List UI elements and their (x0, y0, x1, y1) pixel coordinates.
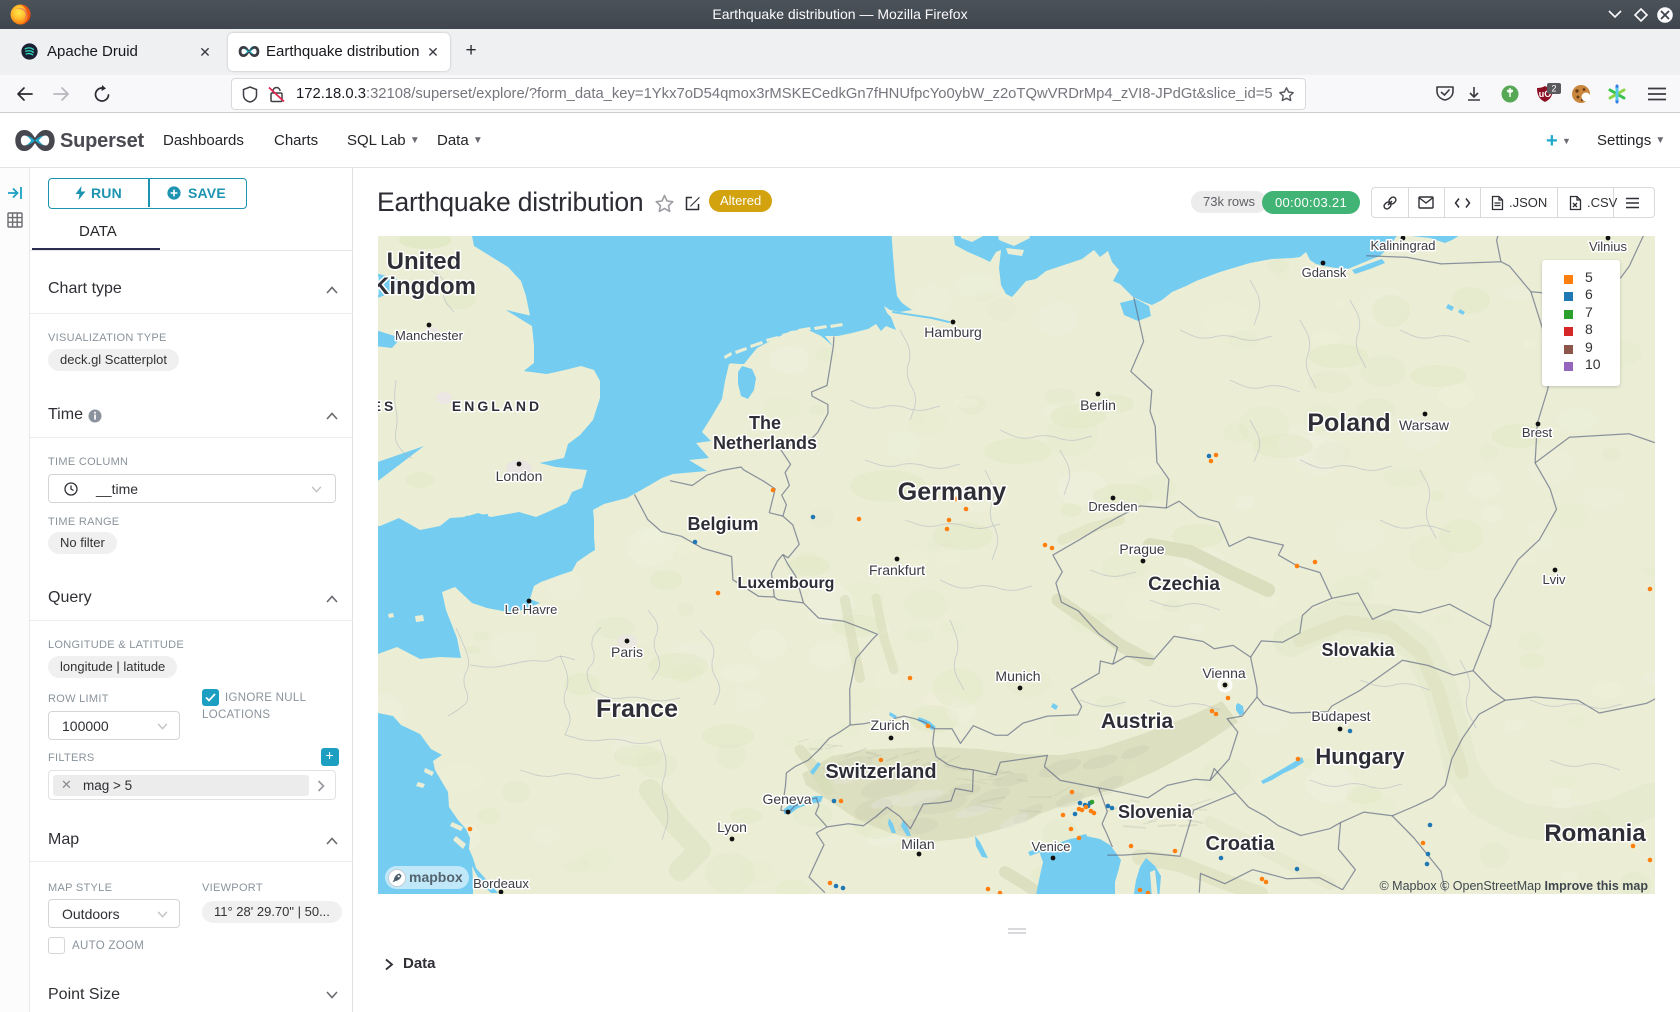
svg-text:London: London (496, 468, 543, 484)
svg-text:Brest: Brest (1522, 425, 1553, 440)
svg-text:United: United (387, 248, 462, 275)
svg-text:Lyon: Lyon (717, 819, 747, 835)
svg-text:Netherlands: Netherlands (713, 433, 817, 453)
svg-text:France: France (596, 695, 678, 723)
svg-text:Lviv: Lviv (1542, 572, 1566, 587)
svg-text:Vilnius: Vilnius (1589, 239, 1628, 254)
svg-text:Kingdom: Kingdom (378, 273, 476, 300)
svg-text:Manchester: Manchester (395, 328, 464, 343)
svg-text:Hungary: Hungary (1315, 744, 1405, 769)
svg-text:Hamburg: Hamburg (924, 324, 982, 340)
svg-text:© Mapbox © OpenStreetMap Impro: © Mapbox © OpenStreetMap Improve this ma… (1379, 879, 1648, 893)
svg-text:Geneva: Geneva (762, 791, 811, 807)
svg-text:Venice: Venice (1031, 839, 1070, 854)
svg-text:Croatia: Croatia (1206, 833, 1276, 855)
svg-text:2: 2 (1551, 84, 1556, 94)
svg-text:Austria: Austria (1101, 710, 1174, 733)
svg-text:Gdansk: Gdansk (1302, 265, 1347, 280)
svg-text:Paris: Paris (611, 644, 643, 660)
svg-text:ES: ES (378, 398, 396, 414)
svg-text:Poland: Poland (1307, 409, 1390, 437)
svg-text:Slovenia: Slovenia (1118, 802, 1193, 822)
svg-text:Romania: Romania (1544, 820, 1646, 847)
svg-text:Zurich: Zurich (871, 717, 910, 733)
svg-text:Frankfurt: Frankfurt (869, 562, 925, 578)
svg-text:Czechia: Czechia (1148, 574, 1220, 595)
svg-text:Prague: Prague (1119, 541, 1164, 557)
svg-text:Slovakia: Slovakia (1321, 640, 1395, 660)
svg-text:Le Havre: Le Havre (505, 602, 558, 617)
svg-text:Vienna: Vienna (1202, 665, 1246, 681)
svg-text:Berlin: Berlin (1080, 397, 1116, 413)
svg-text:ENGLAND: ENGLAND (452, 398, 542, 414)
svg-text:Belgium: Belgium (687, 514, 758, 534)
svg-text:Munich: Munich (995, 668, 1040, 684)
svg-text:Kaliningrad: Kaliningrad (1370, 238, 1435, 253)
svg-text:Bordeaux: Bordeaux (473, 876, 529, 891)
svg-text:Milan: Milan (901, 836, 934, 852)
svg-text:The: The (749, 413, 781, 433)
svg-text:Switzerland: Switzerland (825, 761, 936, 783)
svg-text:Luxembourg: Luxembourg (738, 575, 835, 592)
svg-text:Dresden: Dresden (1088, 499, 1137, 514)
svg-text:Warsaw: Warsaw (1399, 417, 1450, 433)
svg-text:Budapest: Budapest (1311, 708, 1370, 724)
svg-text:Germany: Germany (898, 478, 1006, 506)
